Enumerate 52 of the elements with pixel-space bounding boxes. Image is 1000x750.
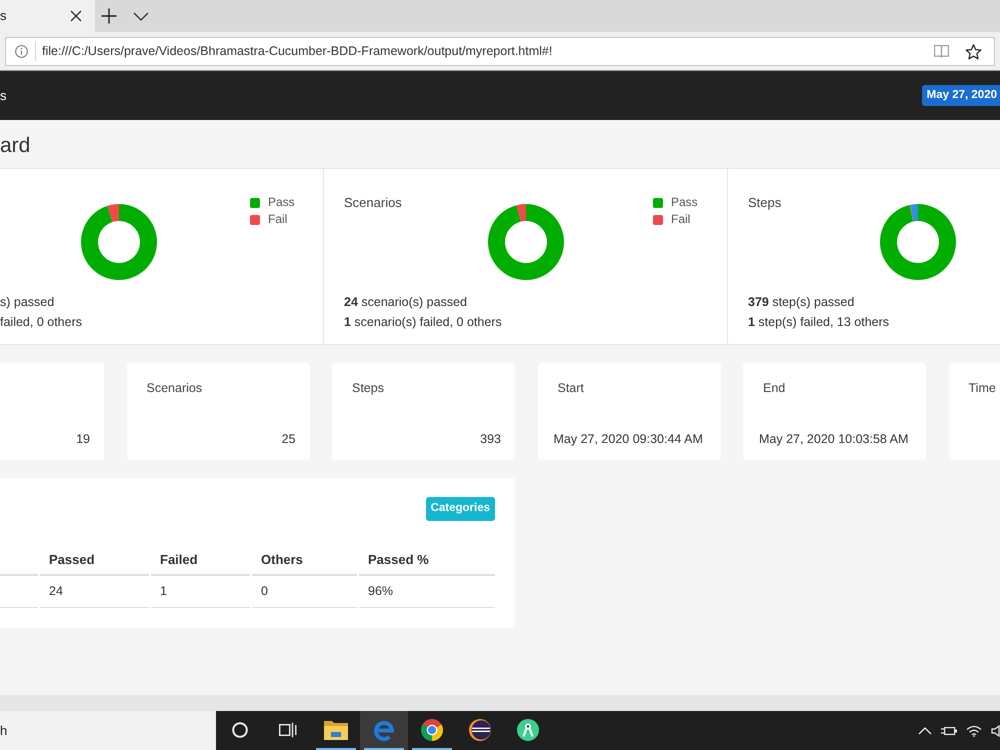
column-header: Passed %	[359, 546, 495, 576]
stat-value: May 27, 2020 10:03:58 AM	[759, 431, 908, 448]
battery-icon[interactable]	[941, 726, 957, 736]
browser-tab[interactable]: s	[0, 0, 95, 32]
table-cell: 24	[40, 576, 149, 608]
column-header: Passed	[40, 546, 149, 576]
stat-title: End	[763, 380, 786, 396]
table-cell: 96%	[359, 576, 495, 608]
card-title: Steps	[748, 195, 782, 210]
passed-summary: s) passed	[0, 294, 54, 311]
failed-summary: 1 scenario(s) failed, 0 others	[344, 314, 502, 331]
page-heading: ard	[0, 133, 30, 158]
close-icon[interactable]	[70, 10, 82, 22]
info-icon[interactable]	[15, 45, 28, 58]
search-field[interactable]: h	[0, 711, 216, 750]
navbar-title: s	[0, 86, 6, 105]
column-header: Failed	[151, 546, 250, 576]
chevron-up-icon[interactable]	[918, 726, 932, 734]
stat-title: Scenarios	[146, 380, 202, 396]
folder-icon[interactable]	[324, 720, 348, 740]
book-icon[interactable]	[934, 45, 949, 58]
stat-value: May 27, 2020 09:30:44 AM	[554, 431, 703, 448]
wifi-icon[interactable]	[966, 724, 982, 736]
task-view-icon[interactable]	[279, 722, 297, 738]
date-badge: May 27, 2020	[922, 85, 1000, 106]
legend-label: Pass	[268, 194, 295, 211]
stat-value: 19	[76, 431, 90, 448]
passed-summary: 24 scenario(s) passed	[344, 294, 467, 311]
column-header: Others	[252, 546, 357, 576]
failed-summary: failed, 0 others	[0, 314, 82, 331]
stat-title: Time	[968, 380, 996, 396]
failed-summary: 1 step(s) failed, 13 others	[748, 314, 890, 331]
star-icon[interactable]	[965, 44, 982, 60]
legend-label: Pass	[671, 194, 698, 211]
plus-icon[interactable]	[101, 8, 117, 24]
stat-title: Start	[558, 380, 584, 396]
circle-icon[interactable]	[232, 722, 248, 738]
segmented-circle-icon[interactable]	[421, 718, 443, 740]
address-field[interactable]: file:///C:/Users/prave/Videos/Bhramastra-Cucumber-BDD-Framework/output/myreport.html#!	[5, 37, 995, 66]
table-cell: 1	[151, 576, 250, 608]
legend-label: Fail	[268, 211, 288, 228]
compass-logo-icon[interactable]	[517, 718, 539, 740]
chevron-down-icon[interactable]	[133, 12, 149, 20]
stat-value: 25	[282, 431, 296, 448]
e-logo-icon[interactable]	[373, 718, 395, 740]
table-cell: 0	[252, 576, 357, 608]
stat-value: 393	[480, 431, 501, 448]
stat-title: Steps	[352, 380, 384, 396]
legend-label: Fail	[671, 211, 690, 228]
card-title: Scenarios	[344, 195, 402, 210]
passed-summary: 379 step(s) passed	[748, 294, 854, 311]
striped-globe-icon[interactable]	[469, 718, 491, 740]
